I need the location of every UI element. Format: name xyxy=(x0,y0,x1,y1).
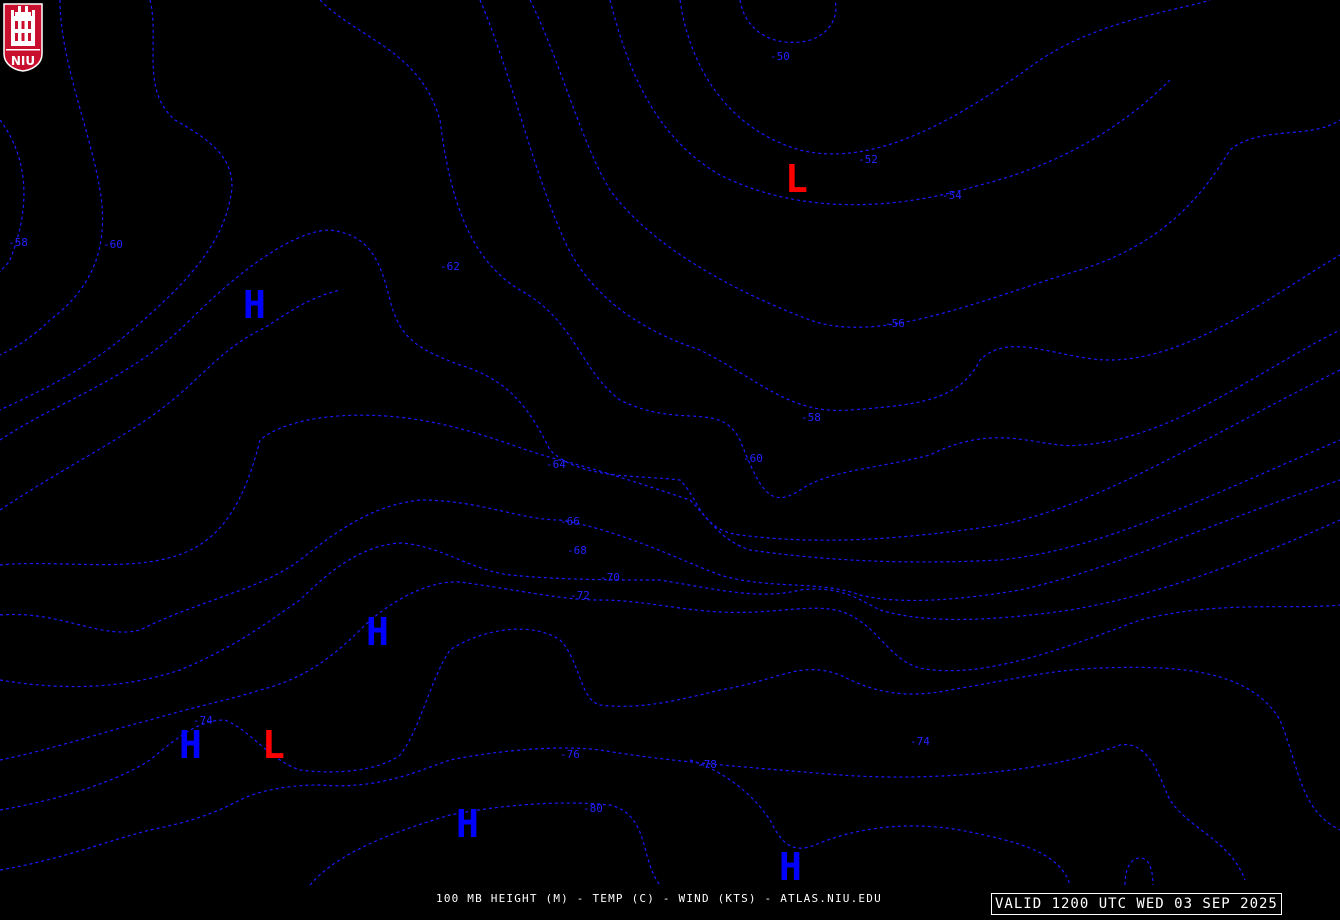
isotherm-label: -58 xyxy=(8,236,28,249)
isotherm-line xyxy=(319,0,1340,499)
isotherm-label: -58 xyxy=(801,411,821,424)
isotherm-line xyxy=(0,479,1340,633)
isotherm-line xyxy=(479,0,1340,412)
isotherm-label: -78 xyxy=(697,758,717,771)
isotherm-label: -54 xyxy=(942,189,962,202)
niu-logo: NIU xyxy=(3,3,43,72)
map-caption: 100 MB HEIGHT (M) - TEMP (C) - WIND (KTS… xyxy=(436,892,882,905)
pressure-centers: L H H H L H H xyxy=(179,157,808,889)
isotherm-label: -64 xyxy=(546,458,566,471)
isotherm-line xyxy=(0,519,1340,688)
isotherm-label: -62 xyxy=(440,260,460,273)
isotherm-label: -52 xyxy=(858,153,878,166)
isotherm-line xyxy=(679,0,1211,155)
high-pressure-center: H xyxy=(779,845,802,889)
high-pressure-center: H xyxy=(243,283,266,327)
isotherm-label: -60 xyxy=(743,452,763,465)
isotherm-label: -72 xyxy=(570,589,590,602)
isotherm-line xyxy=(0,289,341,511)
isotherm-label: -50 xyxy=(770,50,790,63)
weather-map: -50 -52 -54 -56 -58 -58 -60 -60 -62 -64 … xyxy=(0,0,1340,889)
isotherm-label: -56 xyxy=(885,317,905,330)
isotherm-label: -74 xyxy=(910,735,930,748)
high-pressure-center: H xyxy=(366,610,389,654)
isotherm-line xyxy=(309,802,661,886)
isotherm-line xyxy=(739,0,837,43)
isotherm-label: -80 xyxy=(583,802,603,815)
isotherm-line xyxy=(609,0,1171,206)
isotherm-line xyxy=(689,759,1071,886)
isotherm-label: -76 xyxy=(560,748,580,761)
isotherm-label: -70 xyxy=(600,571,620,584)
isotherm-line xyxy=(0,119,25,273)
high-pressure-center: H xyxy=(456,802,479,846)
isotherm-label: -66 xyxy=(560,515,580,528)
high-pressure-center: H xyxy=(179,723,202,767)
isotherm-line xyxy=(529,0,1340,328)
isotherm-line xyxy=(1124,857,1154,886)
logo-text: NIU xyxy=(11,54,35,68)
low-pressure-center: L xyxy=(785,157,808,201)
isotherm-label: -68 xyxy=(567,544,587,557)
isotherm-line xyxy=(0,414,1340,566)
isotherm-label: -60 xyxy=(103,238,123,251)
isotherm-labels: -50 -52 -54 -56 -58 -58 -60 -60 -62 -64 … xyxy=(8,50,962,815)
valid-time-box: VALID 1200 UTC WED 03 SEP 2025 xyxy=(991,893,1282,915)
low-pressure-center: L xyxy=(262,723,285,767)
